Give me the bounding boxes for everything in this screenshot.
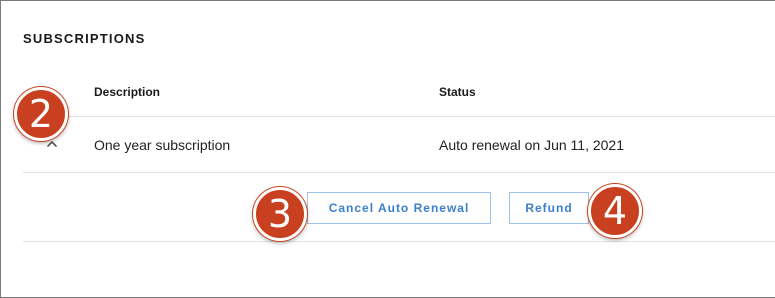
column-header-status: Status [439,85,476,99]
header-divider [23,116,775,117]
column-header-description: Description [94,85,161,99]
callout-badge-3: 3 [253,187,307,241]
actions-divider [23,241,775,242]
row-description: One year subscription [94,137,231,153]
refund-button[interactable]: Refund [509,192,589,224]
row-status: Auto renewal on Jun 11, 2021 [439,137,624,153]
callout-badge-2: 2 [14,87,68,141]
subscriptions-panel: SUBSCRIPTIONS Description Status One yea… [0,0,775,298]
row-divider [23,172,775,173]
cancel-auto-renewal-button[interactable]: Cancel Auto Renewal [307,192,491,224]
section-title: SUBSCRIPTIONS [23,31,146,46]
callout-badge-4: 4 [588,184,642,238]
